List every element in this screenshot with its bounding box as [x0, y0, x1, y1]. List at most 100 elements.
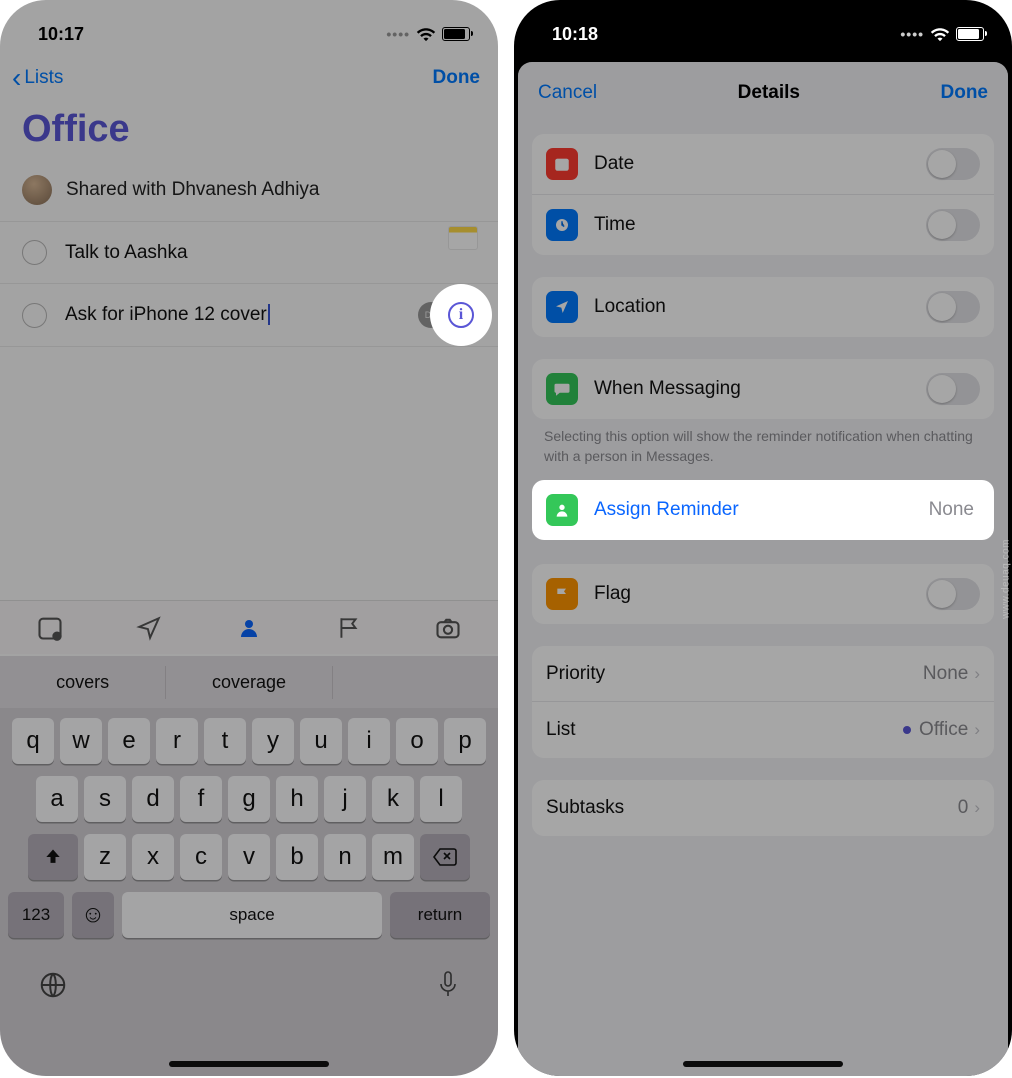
key-l[interactable]: l [420, 776, 462, 822]
messages-icon [546, 373, 578, 405]
numbers-key[interactable]: 123 [8, 892, 64, 938]
toggle[interactable] [926, 373, 980, 405]
home-indicator[interactable] [683, 1061, 843, 1067]
status-bar: 10:17 •••• [0, 0, 498, 54]
key-i[interactable]: i [348, 718, 390, 764]
cell-value: None [923, 663, 968, 685]
location-arrow-icon [546, 291, 578, 323]
chevron-left-icon: ‹ [12, 64, 21, 92]
key-z[interactable]: z [84, 834, 126, 880]
status-icons: •••• [900, 26, 984, 42]
reminders-list-screen: 10:17 •••• ‹ Lists Done Office Shared wi… [0, 0, 498, 1076]
key-f[interactable]: f [180, 776, 222, 822]
status-icons: •••• [386, 26, 470, 42]
clock: 10:17 [38, 24, 84, 45]
cell-label: When Messaging [594, 378, 926, 400]
suggestion[interactable]: covers [0, 666, 166, 699]
key-u[interactable]: u [300, 718, 342, 764]
done-button[interactable]: Done [433, 67, 481, 89]
key-h[interactable]: h [276, 776, 318, 822]
location-arrow-icon[interactable] [134, 613, 164, 643]
globe-icon[interactable] [38, 970, 68, 1005]
suggestion-empty [333, 676, 498, 688]
location-row[interactable]: Location [532, 277, 994, 337]
reminder-item[interactable]: Talk to Aashka [0, 222, 498, 284]
battery-icon [956, 27, 984, 41]
cell-label: Time [594, 214, 926, 236]
emoji-key[interactable]: ☺ [72, 892, 114, 938]
list-title: Office [0, 104, 498, 169]
key-p[interactable]: p [444, 718, 486, 764]
battery-icon [442, 27, 470, 41]
clock: 10:18 [552, 24, 598, 45]
key-e[interactable]: e [108, 718, 150, 764]
flag-row[interactable]: Flag [532, 564, 994, 624]
avatar [22, 175, 52, 205]
shift-key[interactable] [28, 834, 78, 880]
key-a[interactable]: a [36, 776, 78, 822]
chevron-right-icon: › [974, 798, 980, 818]
key-r[interactable]: r [156, 718, 198, 764]
camera-icon[interactable] [433, 613, 463, 643]
cell-label: Date [594, 153, 926, 175]
section-subtasks: Subtasks 0 › [532, 780, 994, 836]
return-key[interactable]: return [390, 892, 490, 938]
key-g[interactable]: g [228, 776, 270, 822]
toggle[interactable] [926, 148, 980, 180]
key-k[interactable]: k [372, 776, 414, 822]
toggle[interactable] [926, 209, 980, 241]
shared-with-label: Shared with Dhvanesh Adhiya [66, 179, 320, 201]
shared-with-row[interactable]: Shared with Dhvanesh Adhiya [0, 169, 498, 222]
section-datetime: Date Time [532, 134, 994, 255]
key-y[interactable]: y [252, 718, 294, 764]
key-m[interactable]: m [372, 834, 414, 880]
complete-circle[interactable] [22, 240, 47, 265]
assign-reminder-highlight: Assign Reminder None [532, 480, 994, 540]
chevron-right-icon: › [974, 664, 980, 684]
delete-key[interactable] [420, 834, 470, 880]
date-row[interactable]: Date [532, 134, 994, 195]
home-indicator[interactable] [169, 1061, 329, 1067]
back-button[interactable]: ‹ Lists [12, 64, 63, 92]
reminder-text[interactable]: Talk to Aashka [65, 242, 480, 264]
reminder-text-input[interactable]: Ask for iPhone 12 cover [65, 304, 418, 326]
calendar-icon[interactable] [35, 613, 65, 643]
priority-row[interactable]: Priority None › [532, 646, 994, 702]
mic-icon[interactable] [436, 970, 460, 1005]
calendar-icon [546, 148, 578, 180]
toggle[interactable] [926, 578, 980, 610]
key-j[interactable]: j [324, 776, 366, 822]
key-q[interactable]: q [12, 718, 54, 764]
done-button[interactable]: Done [941, 82, 989, 104]
wifi-icon [930, 27, 950, 42]
section-priority-list: Priority None › List Office › [532, 646, 994, 758]
list-row[interactable]: List Office › [532, 702, 994, 758]
key-c[interactable]: c [180, 834, 222, 880]
time-row[interactable]: Time [532, 195, 994, 255]
toggle[interactable] [926, 291, 980, 323]
cancel-button[interactable]: Cancel [538, 82, 597, 104]
assign-reminder-row[interactable]: Assign Reminder None [532, 480, 994, 540]
key-d[interactable]: d [132, 776, 174, 822]
info-icon[interactable]: i [448, 302, 474, 328]
key-o[interactable]: o [396, 718, 438, 764]
person-icon[interactable] [234, 613, 264, 643]
key-s[interactable]: s [84, 776, 126, 822]
flag-icon[interactable] [334, 613, 364, 643]
key-w[interactable]: w [60, 718, 102, 764]
key-x[interactable]: x [132, 834, 174, 880]
key-v[interactable]: v [228, 834, 270, 880]
cellular-icon: •••• [900, 26, 924, 42]
key-t[interactable]: t [204, 718, 246, 764]
reminder-item-editing[interactable]: Ask for iPhone 12 cover DB i [0, 284, 498, 347]
complete-circle[interactable] [22, 303, 47, 328]
key-n[interactable]: n [324, 834, 366, 880]
cell-value: 0 [958, 797, 969, 819]
space-key[interactable]: space [122, 892, 382, 938]
key-b[interactable]: b [276, 834, 318, 880]
subtasks-row[interactable]: Subtasks 0 › [532, 780, 994, 836]
cell-value: None [929, 499, 974, 521]
messaging-row[interactable]: When Messaging [532, 359, 994, 419]
suggestion[interactable]: coverage [166, 666, 332, 699]
nav-bar: ‹ Lists Done [0, 54, 498, 104]
